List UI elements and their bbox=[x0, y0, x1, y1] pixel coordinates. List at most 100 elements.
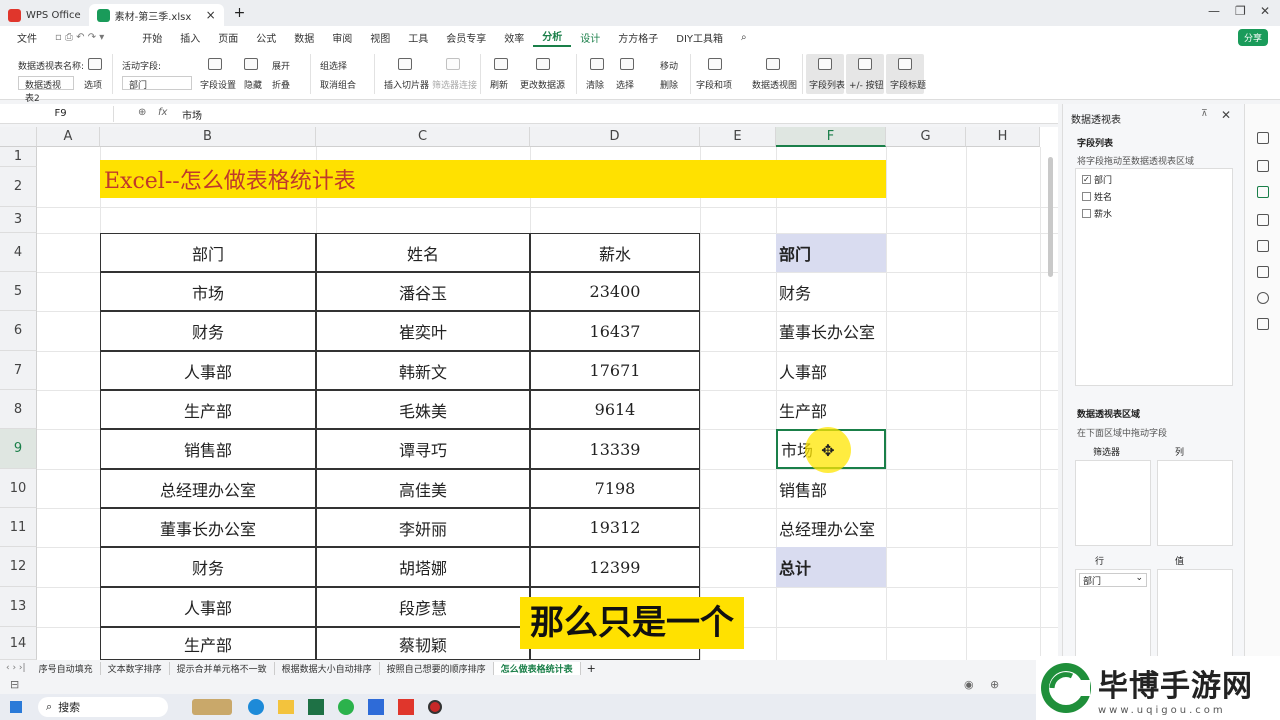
select-button[interactable]: 选择 bbox=[616, 78, 634, 91]
sheet-tab-active[interactable]: 怎么做表格统计表 bbox=[493, 661, 581, 675]
column-header-D[interactable]: D bbox=[530, 127, 700, 147]
pivot-item[interactable]: 董事长办公室 bbox=[776, 311, 886, 351]
pivot-panel-icon[interactable] bbox=[1257, 186, 1269, 198]
recorder-icon[interactable] bbox=[428, 700, 442, 714]
table-cell[interactable]: 总经理办公室 bbox=[100, 469, 316, 508]
menu-item[interactable]: 效率 bbox=[495, 30, 533, 45]
menu-item[interactable]: DIY工具箱 bbox=[667, 30, 732, 45]
menu-item[interactable]: 数据 bbox=[285, 30, 323, 45]
insert-slicer-button[interactable]: 插入切片器 bbox=[384, 78, 429, 91]
menu-item[interactable]: 视图 bbox=[361, 30, 399, 45]
close-window-icon[interactable]: ✕ bbox=[1260, 4, 1270, 18]
table-cell[interactable]: 董事长办公室 bbox=[100, 508, 316, 547]
table-cell[interactable]: 生产部 bbox=[100, 390, 316, 429]
field-item[interactable]: ✓ 部门 bbox=[1082, 173, 1112, 186]
table-cell[interactable]: 李妍丽 bbox=[316, 508, 530, 547]
table-cell[interactable]: 胡塔娜 bbox=[316, 547, 530, 587]
table-cell[interactable]: 19312 bbox=[530, 508, 700, 547]
add-sheet-icon[interactable]: + bbox=[581, 662, 602, 675]
table-cell[interactable]: 16437 bbox=[530, 311, 700, 351]
zoom-icon[interactable]: ⊕ bbox=[138, 107, 146, 118]
pivot-total[interactable]: 总计 bbox=[776, 547, 886, 587]
active-field-input[interactable]: 部门 bbox=[122, 76, 192, 91]
move-button[interactable]: 移动 bbox=[660, 59, 678, 72]
column-header-B[interactable]: B bbox=[100, 127, 316, 147]
menu-item[interactable]: 方方格子 bbox=[609, 30, 667, 45]
hide-button[interactable]: 隐藏 bbox=[244, 78, 262, 91]
table-cell[interactable]: 财务 bbox=[100, 311, 316, 351]
refresh-button[interactable]: 刷新 bbox=[490, 78, 508, 91]
checkbox-icon[interactable] bbox=[1082, 192, 1091, 201]
pivot-item[interactable]: 财务 bbox=[776, 272, 886, 311]
table-cell[interactable]: 人事部 bbox=[100, 587, 316, 627]
sheet-tab[interactable]: 按照自己想要的顺序排序 bbox=[380, 661, 494, 675]
table-cell[interactable]: 9614 bbox=[530, 390, 700, 429]
table-cell[interactable]: 23400 bbox=[530, 272, 700, 311]
sheet-tab[interactable]: 根据数据大小自动排序 bbox=[275, 661, 380, 675]
menu-item[interactable]: 审阅 bbox=[323, 30, 361, 45]
delete-button[interactable]: 删除 bbox=[660, 78, 678, 91]
menu-item[interactable]: 公式 bbox=[247, 30, 285, 45]
table-cell[interactable]: 12399 bbox=[530, 547, 700, 587]
field-item[interactable]: 薪水 bbox=[1082, 207, 1112, 220]
news-icon[interactable] bbox=[192, 699, 232, 715]
pivot-chart-button[interactable]: 数据透视图 bbox=[752, 78, 797, 91]
row-header-14[interactable]: 14 bbox=[0, 627, 37, 660]
fx-icon[interactable]: fx bbox=[158, 107, 167, 118]
tray-app-icon[interactable] bbox=[368, 699, 384, 715]
filter-connection-button[interactable]: 筛选器连接 bbox=[432, 78, 477, 91]
menu-item[interactable]: 工具 bbox=[399, 30, 437, 45]
row-header-6[interactable]: 6 bbox=[0, 311, 37, 351]
pivot-item[interactable]: 销售部 bbox=[776, 469, 886, 508]
table-cell[interactable]: 崔奕叶 bbox=[316, 311, 530, 351]
checkbox-icon[interactable] bbox=[1082, 209, 1091, 218]
edge-icon[interactable] bbox=[248, 699, 264, 715]
excel-icon[interactable] bbox=[308, 699, 324, 715]
menu-file[interactable]: 文件 bbox=[8, 30, 46, 45]
vertical-scrollbar[interactable] bbox=[1048, 157, 1053, 277]
menu-item-analyze[interactable]: 分析 bbox=[533, 28, 572, 47]
wechat-icon[interactable] bbox=[338, 699, 354, 715]
column-header-H[interactable]: H bbox=[966, 127, 1040, 147]
table-cell[interactable]: 高佳美 bbox=[316, 469, 530, 508]
row-header-13[interactable]: 13 bbox=[0, 587, 37, 627]
row-header-9[interactable]: 9 bbox=[0, 429, 37, 469]
checkbox-checked-icon[interactable]: ✓ bbox=[1082, 175, 1091, 184]
menu-item[interactable]: 会员专享 bbox=[437, 30, 495, 45]
folder-icon[interactable] bbox=[278, 700, 294, 714]
group-selection-button[interactable]: 组选择 bbox=[320, 59, 347, 72]
sheet-tab[interactable]: 提示合并单元格不一致 bbox=[170, 661, 275, 675]
change-source-button[interactable]: 更改数据源 bbox=[520, 78, 565, 91]
format-icon[interactable] bbox=[1257, 160, 1269, 172]
column-header-F[interactable]: F bbox=[776, 127, 886, 147]
table-cell[interactable]: 蔡韧颖 bbox=[316, 627, 530, 660]
row-header-10[interactable]: 10 bbox=[0, 469, 37, 508]
row-field-chip[interactable]: 部门 ⌄ bbox=[1079, 573, 1147, 587]
clear-button[interactable]: 清除 bbox=[586, 78, 604, 91]
select-tool-icon[interactable] bbox=[1257, 132, 1269, 144]
chevron-down-icon[interactable]: ⌄ bbox=[1135, 573, 1143, 583]
row-header-4[interactable]: 4 bbox=[0, 233, 37, 272]
row-header-5[interactable]: 5 bbox=[0, 272, 37, 311]
fields-items-button[interactable]: 字段和项 bbox=[696, 78, 732, 91]
more-icon[interactable] bbox=[1257, 318, 1269, 330]
wps-icon[interactable] bbox=[398, 699, 414, 715]
field-item[interactable]: 姓名 bbox=[1082, 190, 1112, 203]
ungroup-button[interactable]: 取消组合 bbox=[320, 78, 356, 91]
panel-close-icon[interactable]: ✕ bbox=[1221, 108, 1231, 122]
sheet-tab[interactable]: 文本数字排序 bbox=[101, 661, 170, 675]
table-header-cell[interactable]: 薪水 bbox=[530, 233, 700, 272]
row-header-2[interactable]: 2 bbox=[0, 167, 37, 207]
collapse-button[interactable]: 折叠 bbox=[272, 78, 290, 91]
minimize-icon[interactable]: — bbox=[1208, 4, 1220, 18]
expand-button[interactable]: 展开 bbox=[272, 59, 290, 72]
table-cell[interactable]: 7198 bbox=[530, 469, 700, 508]
tab-close-icon[interactable]: × bbox=[206, 8, 216, 22]
row-header-11[interactable]: 11 bbox=[0, 508, 37, 547]
values-area[interactable] bbox=[1157, 569, 1233, 659]
row-header-12[interactable]: 12 bbox=[0, 547, 37, 587]
columns-area[interactable] bbox=[1157, 460, 1233, 546]
sheet-tab[interactable]: 序号自动填充 bbox=[32, 661, 101, 675]
pivot-item[interactable]: 总经理办公室 bbox=[776, 508, 886, 547]
sheet-nav-icons[interactable]: ‹ › ›| bbox=[0, 663, 32, 673]
